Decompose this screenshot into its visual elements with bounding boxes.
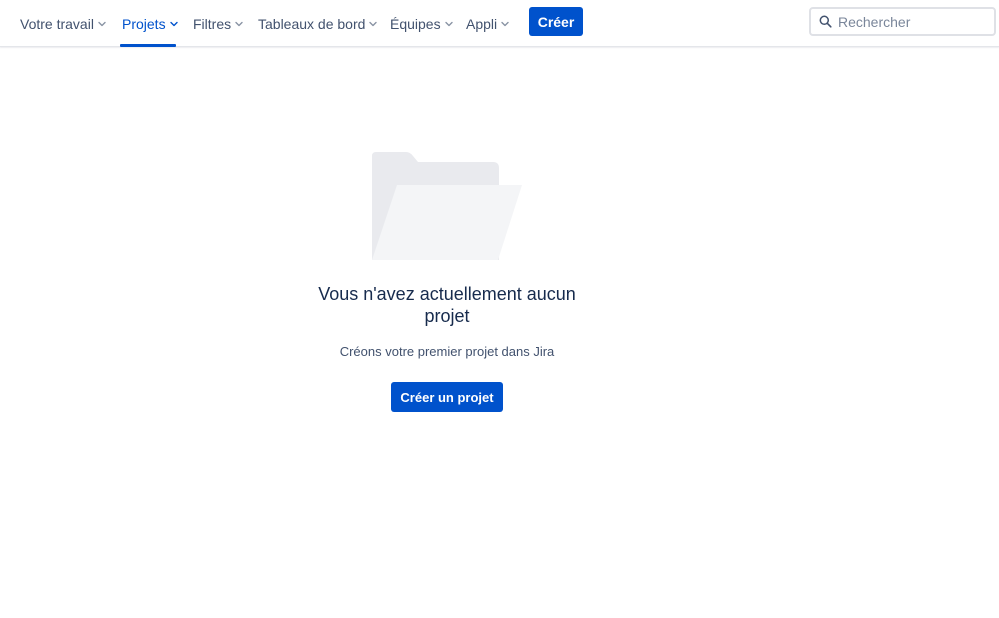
nav-item-label: Appli [466, 15, 498, 32]
nav-item-label: Filtres [193, 15, 232, 32]
search-box[interactable] [809, 7, 996, 36]
active-tab-indicator [120, 44, 176, 47]
folder-icon [372, 152, 522, 265]
nav-item-label: Votre travail [20, 15, 94, 32]
chevron-down-icon [97, 19, 107, 29]
chevron-down-icon [234, 19, 244, 29]
nav-item-projets[interactable]: Projets [122, 0, 179, 47]
search-input[interactable] [838, 12, 988, 31]
nav-item-equipes[interactable]: Équipes [390, 0, 454, 47]
chevron-down-icon [169, 19, 179, 29]
chevron-down-icon [444, 19, 454, 29]
empty-state-description: Créons votre premier projet dans Jira [339, 344, 555, 359]
nav-item-filtres[interactable]: Filtres [193, 0, 244, 47]
empty-state-title: Vous n'avez actuellement aucun projet [318, 284, 576, 326]
chevron-down-icon [500, 19, 510, 29]
nav-item-label: Équipes [390, 15, 441, 32]
top-navigation-bar: Votre travail Projets Filtres Tableaux d… [0, 0, 999, 47]
nav-item-tableaux-de-bord[interactable]: Tableaux de bord [258, 0, 378, 47]
create-project-button[interactable]: Créer un projet [391, 382, 503, 412]
nav-item-label: Projets [122, 15, 166, 32]
search-icon [819, 15, 832, 28]
chevron-down-icon [368, 19, 378, 29]
nav-item-votre-travail[interactable]: Votre travail [20, 0, 107, 47]
create-button[interactable]: Créer [529, 7, 583, 36]
nav-item-label: Tableaux de bord [258, 15, 366, 32]
nav-item-appli[interactable]: Appli [466, 0, 510, 47]
